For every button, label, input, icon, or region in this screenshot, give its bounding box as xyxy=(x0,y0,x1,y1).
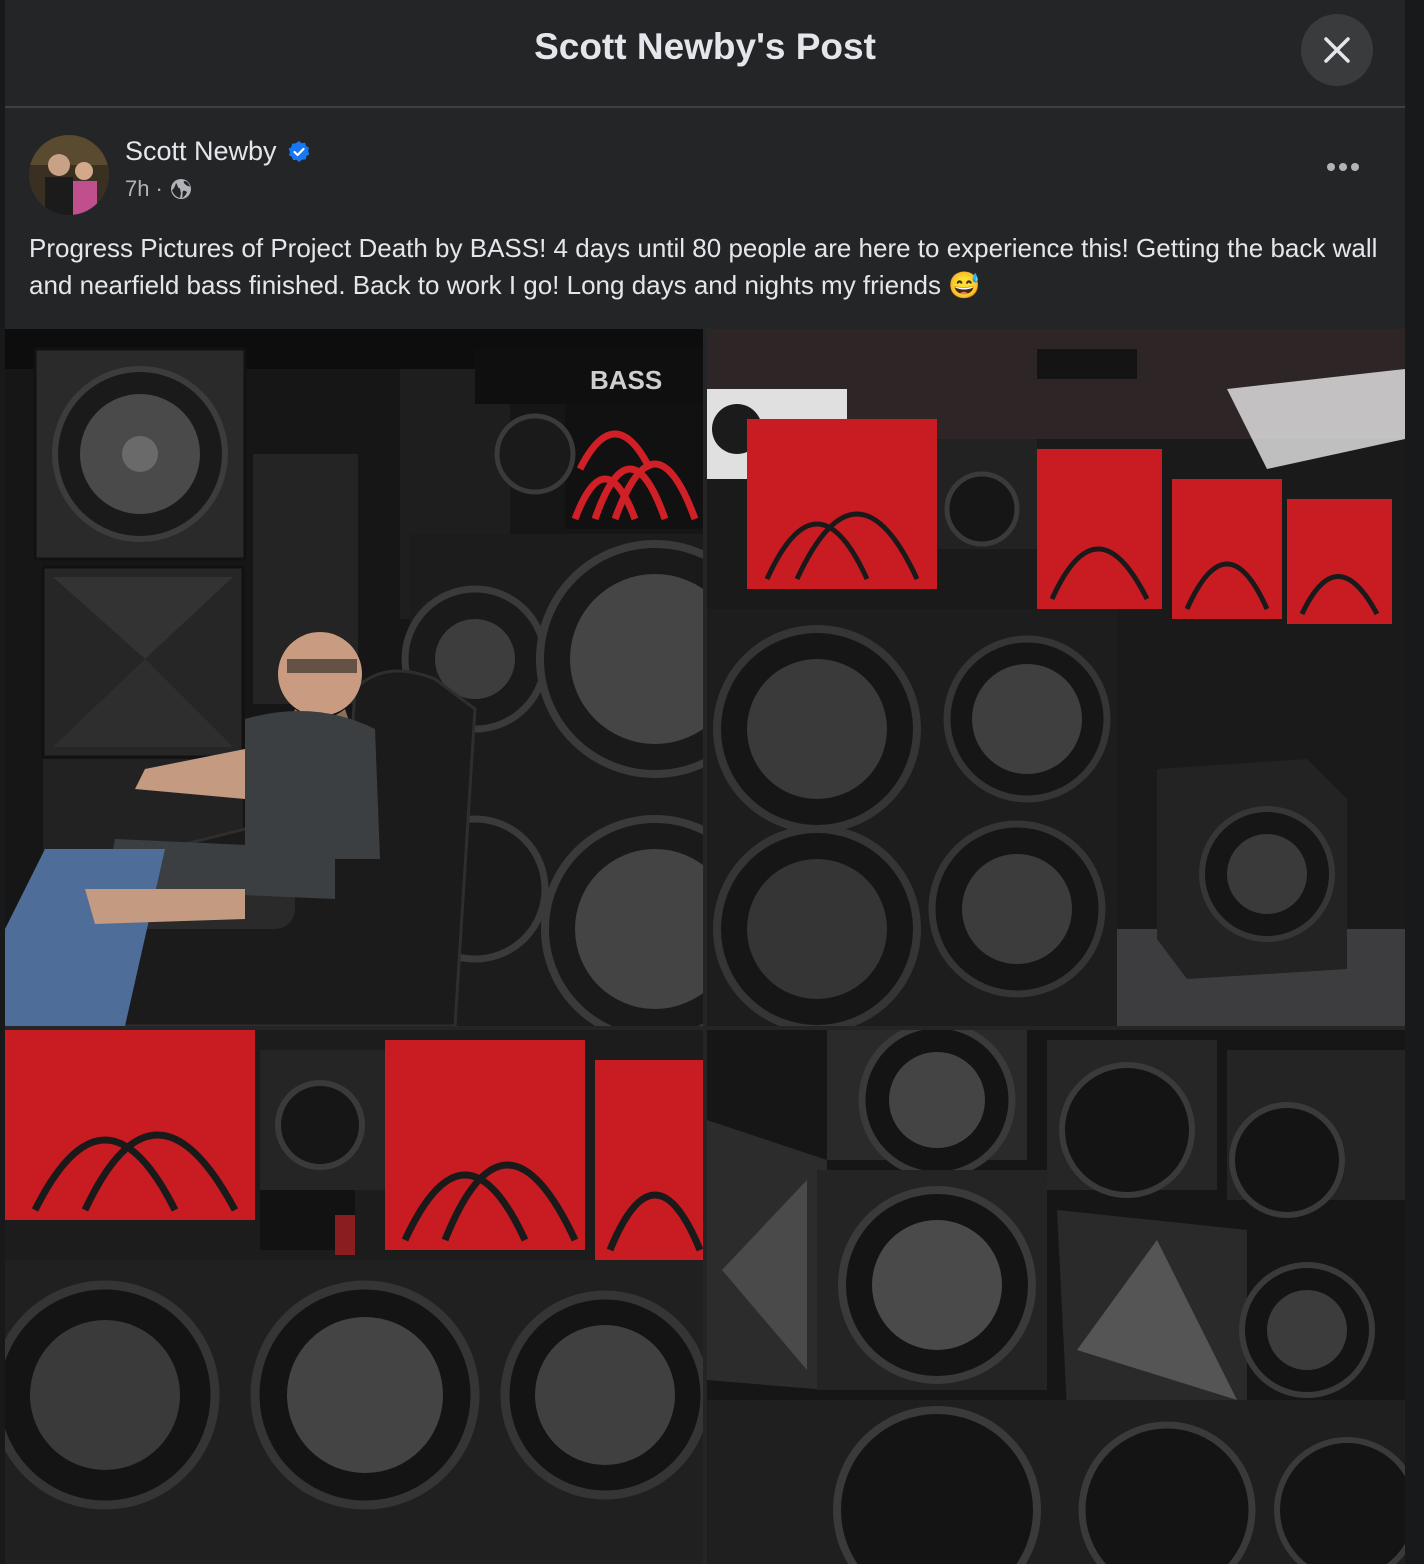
meta-separator: · xyxy=(155,176,163,201)
post-time[interactable]: 7h xyxy=(125,176,149,202)
verified-badge-icon xyxy=(288,140,309,162)
photo-gallery: BASS xyxy=(5,329,1405,1564)
more-options-icon xyxy=(1327,163,1359,171)
author-row: Scott Newby xyxy=(125,136,311,167)
post-modal: Scott Newby's Post Scott Newby 7h · Prog… xyxy=(5,0,1405,1564)
photo-1[interactable]: BASS xyxy=(5,329,703,1026)
modal-header: Scott Newby's Post xyxy=(5,0,1405,108)
post-text: Progress Pictures of Project Death by BA… xyxy=(29,233,1378,300)
author-name[interactable]: Scott Newby xyxy=(125,136,277,167)
close-icon xyxy=(1324,37,1350,63)
photo-4[interactable] xyxy=(707,1030,1405,1564)
close-button[interactable] xyxy=(1301,14,1373,86)
photo-3[interactable] xyxy=(5,1030,703,1564)
modal-title: Scott Newby's Post xyxy=(534,26,876,67)
globe-icon xyxy=(170,179,191,199)
author-avatar[interactable] xyxy=(29,135,109,215)
post-meta: 7h · xyxy=(125,176,193,202)
photo-1-signage: BASS xyxy=(590,365,662,395)
photo-2[interactable] xyxy=(707,329,1405,1026)
more-options-button[interactable] xyxy=(1325,160,1365,184)
